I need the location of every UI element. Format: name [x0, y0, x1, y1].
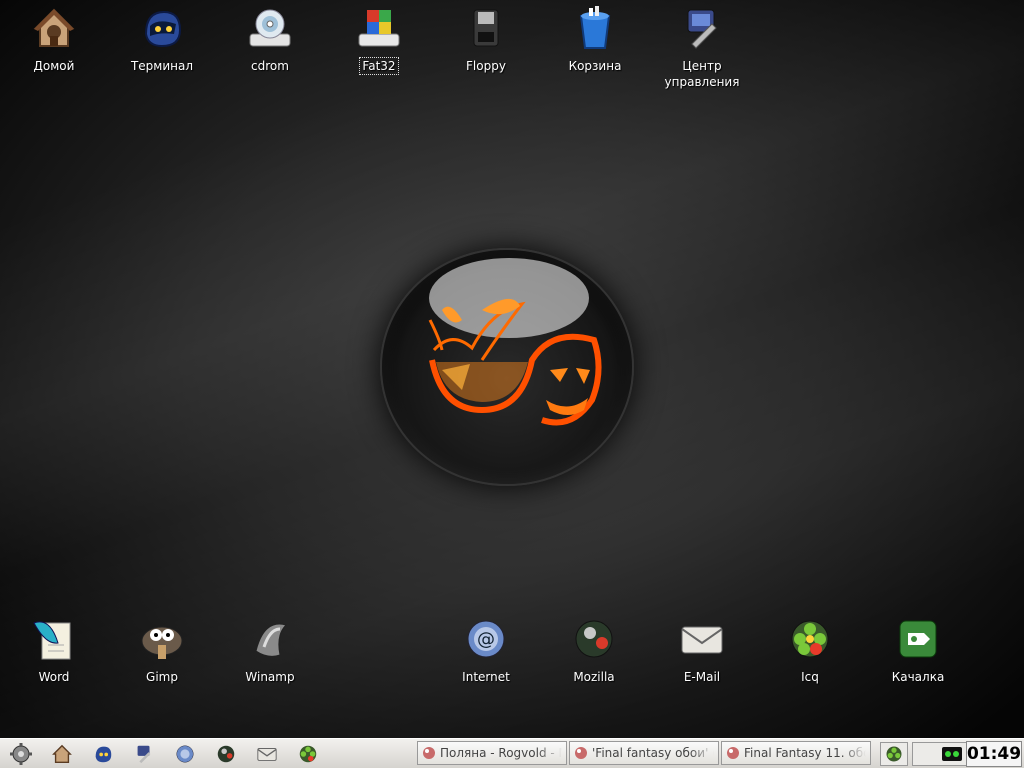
taskbar-task[interactable]: 'Final fantasy обои' (л — [569, 741, 719, 765]
desktop-icon-label: Icq — [801, 670, 819, 684]
kmenu-icon — [10, 742, 32, 765]
desktop-icon-label: Терминал — [130, 59, 194, 73]
gimp-icon — [141, 626, 183, 659]
desktop-icon-trash[interactable]: Корзина — [545, 4, 645, 74]
taskbar-task[interactable]: Поляна - Rogvold - М — [417, 741, 567, 765]
terminal-icon — [144, 10, 182, 48]
launch-terminal-button[interactable] — [89, 742, 117, 766]
download-manager-icon — [899, 620, 937, 658]
taskbar: Поляна - Rogvold - М 'Final fantasy обои… — [0, 738, 1024, 768]
trash-icon — [579, 6, 611, 49]
word-icon — [33, 621, 71, 660]
halloween-logo-orb — [380, 248, 634, 486]
desktop-icon-control-center[interactable]: Центр управления — [652, 4, 752, 90]
desktop-icon-mozilla[interactable]: Mozilla — [544, 615, 644, 685]
svg-text:@: @ — [477, 629, 495, 650]
harddisk-icon — [358, 10, 400, 47]
icq-icon — [299, 745, 317, 762]
tray-icq-status[interactable] — [880, 742, 908, 766]
launch-mozilla-button[interactable] — [212, 742, 240, 766]
taskbar-task-title: Поляна - Rogvold - М — [440, 746, 562, 760]
desktop-icon-label: Winamp — [245, 670, 295, 684]
email-icon — [257, 747, 277, 761]
home-icon — [52, 744, 72, 763]
launch-settings-button[interactable] — [130, 742, 158, 766]
internet-icon — [176, 745, 194, 762]
winamp-icon — [255, 623, 287, 657]
desktop-icon-word[interactable]: Word — [4, 615, 104, 685]
taskbar-task-title: 'Final fantasy обои' (л — [592, 746, 714, 760]
desktop-icon-label: E-Mail — [683, 670, 721, 684]
desktop-icon-label: Floppy — [466, 59, 506, 73]
desktop-icon-label: Mozilla — [573, 670, 615, 684]
desktop-icon-label: Качалка — [891, 670, 945, 684]
taskbar-clock[interactable]: 01:49 — [966, 741, 1022, 767]
desktop-icon-icq[interactable]: Icq — [760, 615, 860, 685]
desktop-icon-label: Internet — [462, 670, 510, 684]
mozilla-icon — [217, 745, 235, 762]
monitor-icon — [942, 747, 962, 761]
desktop-icon-label: Домой — [33, 59, 75, 73]
launch-home-button[interactable] — [48, 742, 76, 766]
taskbar-task-title: Final Fantasy 11. обо — [744, 746, 866, 760]
desktop-icon-cdrom[interactable]: cdrom — [220, 4, 320, 74]
kmenu-button[interactable] — [7, 742, 35, 766]
settings-icon — [137, 745, 151, 763]
pumpkin-logo-icon — [428, 258, 602, 426]
email-icon — [681, 626, 723, 654]
quick-launch-bar — [0, 739, 328, 768]
desktop-icon-gimp[interactable]: Gimp — [112, 615, 212, 685]
desktop-icon-label: Центр управления — [664, 59, 740, 89]
desktop-icon-terminal[interactable]: Терминал — [112, 4, 212, 74]
desktop-icon-internet[interactable]: @ Internet — [436, 615, 536, 685]
desktop-icon-fat32[interactable]: Fat32 — [329, 4, 429, 75]
desktop-icon-download-manager[interactable]: Качалка — [868, 615, 968, 685]
desktop-icon-email[interactable]: E-Mail — [652, 615, 752, 685]
desktop-icon-floppy[interactable]: Floppy — [436, 4, 536, 74]
desktop-icon-label: Gimp — [146, 670, 178, 684]
floppy-icon — [473, 9, 499, 47]
desktop-icon-home[interactable]: Домой — [4, 4, 104, 74]
taskbar-task-list: Поляна - Rogvold - М 'Final fantasy обои… — [417, 741, 871, 765]
internet-icon: @ — [467, 620, 505, 658]
browser-window-icon — [423, 747, 435, 759]
mozilla-icon — [575, 620, 613, 658]
control-center-icon — [687, 9, 717, 49]
launch-icq-button[interactable] — [294, 742, 322, 766]
cdrom-icon — [249, 9, 291, 47]
desktop-icon-winamp[interactable]: Winamp — [220, 615, 320, 685]
desktop-icon-label: Word — [38, 670, 70, 684]
taskbar-task[interactable]: Final Fantasy 11. обо — [721, 741, 871, 765]
icq-icon — [886, 746, 902, 762]
home-icon — [33, 8, 75, 47]
launch-internet-button[interactable] — [171, 742, 199, 766]
desktop-icon-label: Корзина — [568, 59, 622, 73]
desktop-icon-label: cdrom — [251, 59, 289, 73]
browser-window-icon — [727, 747, 739, 759]
desktop-icon-label: Fat32 — [359, 57, 399, 75]
icq-icon — [791, 620, 829, 658]
browser-window-icon — [575, 747, 587, 759]
terminal-icon — [95, 746, 112, 762]
launch-email-button[interactable] — [253, 742, 281, 766]
